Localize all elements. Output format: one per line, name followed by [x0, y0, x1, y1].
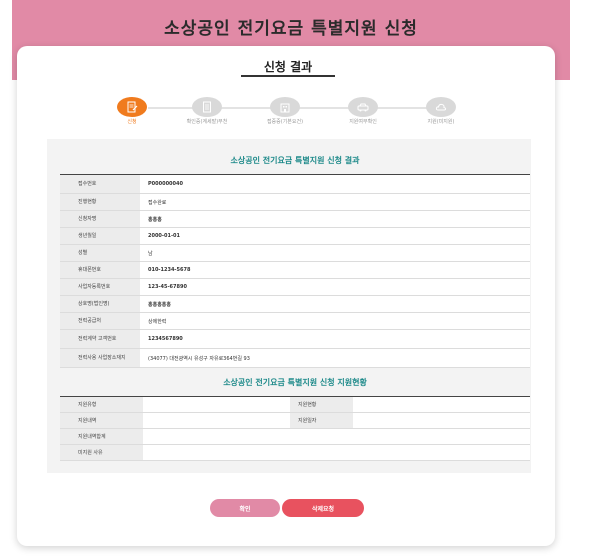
table-row: 사업자등록번호 123-45-67890	[60, 279, 530, 296]
row-label: 지원현황	[290, 397, 353, 412]
step-5-cloud-icon	[426, 97, 456, 117]
result-title-underline	[241, 75, 335, 77]
row-label: 성별	[60, 245, 140, 261]
delete-request-button[interactable]: 삭제요청	[282, 499, 364, 517]
row-label: 상호명(법인명)	[60, 296, 140, 312]
row-value: 상에한력	[140, 313, 530, 329]
step-3-label: 접증증(기본요건)	[266, 119, 304, 125]
step-5-label: 지원(미지원)	[427, 119, 455, 125]
step-3-building-icon	[270, 97, 300, 117]
row-label: 전력계약 고객번호	[60, 330, 140, 348]
row-value: 홍홍홍	[140, 211, 530, 227]
result-title: 신청 결과	[263, 60, 313, 74]
row-value	[143, 397, 290, 412]
table-row: 접수번호 P000000040	[60, 175, 530, 194]
row-value	[143, 413, 290, 428]
row-value: P000000040	[140, 175, 530, 193]
row-label: 지원일자	[290, 413, 353, 428]
row-label: 접수번호	[60, 175, 140, 193]
row-label: 휴대폰번호	[60, 262, 140, 278]
row-label: 지원유형	[60, 397, 143, 412]
row-value	[143, 445, 530, 460]
table-row: 지원내역합계	[60, 429, 530, 445]
row-value: 홍홍홍홍홍	[140, 296, 530, 312]
table-row: 전력계약 고객번호 1234567890	[60, 330, 530, 349]
step-1-document-edit-icon	[117, 97, 147, 117]
row-value: 남	[140, 245, 530, 261]
table-row: 성별 남	[60, 245, 530, 262]
row-label: 사업자등록번호	[60, 279, 140, 295]
row-value: 010-1234-5678	[140, 262, 530, 278]
row-label: 미지원 사유	[60, 445, 143, 460]
step-2-document-icon	[192, 97, 222, 117]
row-value: (34077) 대전광역시 유성구 자유로364번길 93	[140, 349, 530, 367]
table-row: 신청자명 홍홍홍	[60, 211, 530, 228]
section1-title: 소상공인 전기요금 특별지원 신청 결과	[230, 156, 360, 165]
table-row: 전력공급처 상에한력	[60, 313, 530, 330]
row-value	[353, 397, 530, 412]
row-label: 신청자명	[60, 211, 140, 227]
row-label: 지원내역	[60, 413, 143, 428]
section2-title: 소상공인 전기요금 특별지원 신청 지원현황	[223, 378, 367, 387]
table-row: 진행현황 접수완료	[60, 194, 530, 211]
table-row: 휴대폰번호 010-1234-5678	[60, 262, 530, 279]
row-value	[353, 413, 530, 428]
step-1-label: 신청	[127, 119, 137, 125]
confirm-button[interactable]: 확인	[210, 499, 280, 517]
row-value: 2000-01-01	[140, 228, 530, 244]
step-2-label: 확인증(계세발)부천	[186, 119, 228, 125]
table-row: 미지원 사유	[60, 445, 530, 461]
table-row: 지원유형 지원현황	[60, 397, 530, 413]
page-title: 소상공인 전기요금 특별지원 신청	[164, 19, 418, 39]
row-value	[143, 429, 530, 444]
row-label: 생년월일	[60, 228, 140, 244]
step-4-car-icon	[348, 97, 378, 117]
table-row: 전력사용 사업장소재지 (34077) 대전광역시 유성구 자유로364번길 9…	[60, 349, 530, 368]
table-row: 생년월일 2000-01-01	[60, 228, 530, 245]
row-value: 1234567890	[140, 330, 530, 348]
step-4-label: 지원여부확인	[349, 119, 377, 125]
row-label: 전력공급처	[60, 313, 140, 329]
row-label: 진행현황	[60, 194, 140, 210]
row-value: 123-45-67890	[140, 279, 530, 295]
row-label: 전력사용 사업장소재지	[60, 349, 140, 367]
row-label: 지원내역합계	[60, 429, 143, 444]
table-row: 상호명(법인명) 홍홍홍홍홍	[60, 296, 530, 313]
row-value: 접수완료	[140, 194, 530, 210]
table-row: 지원내역 지원일자	[60, 413, 530, 429]
